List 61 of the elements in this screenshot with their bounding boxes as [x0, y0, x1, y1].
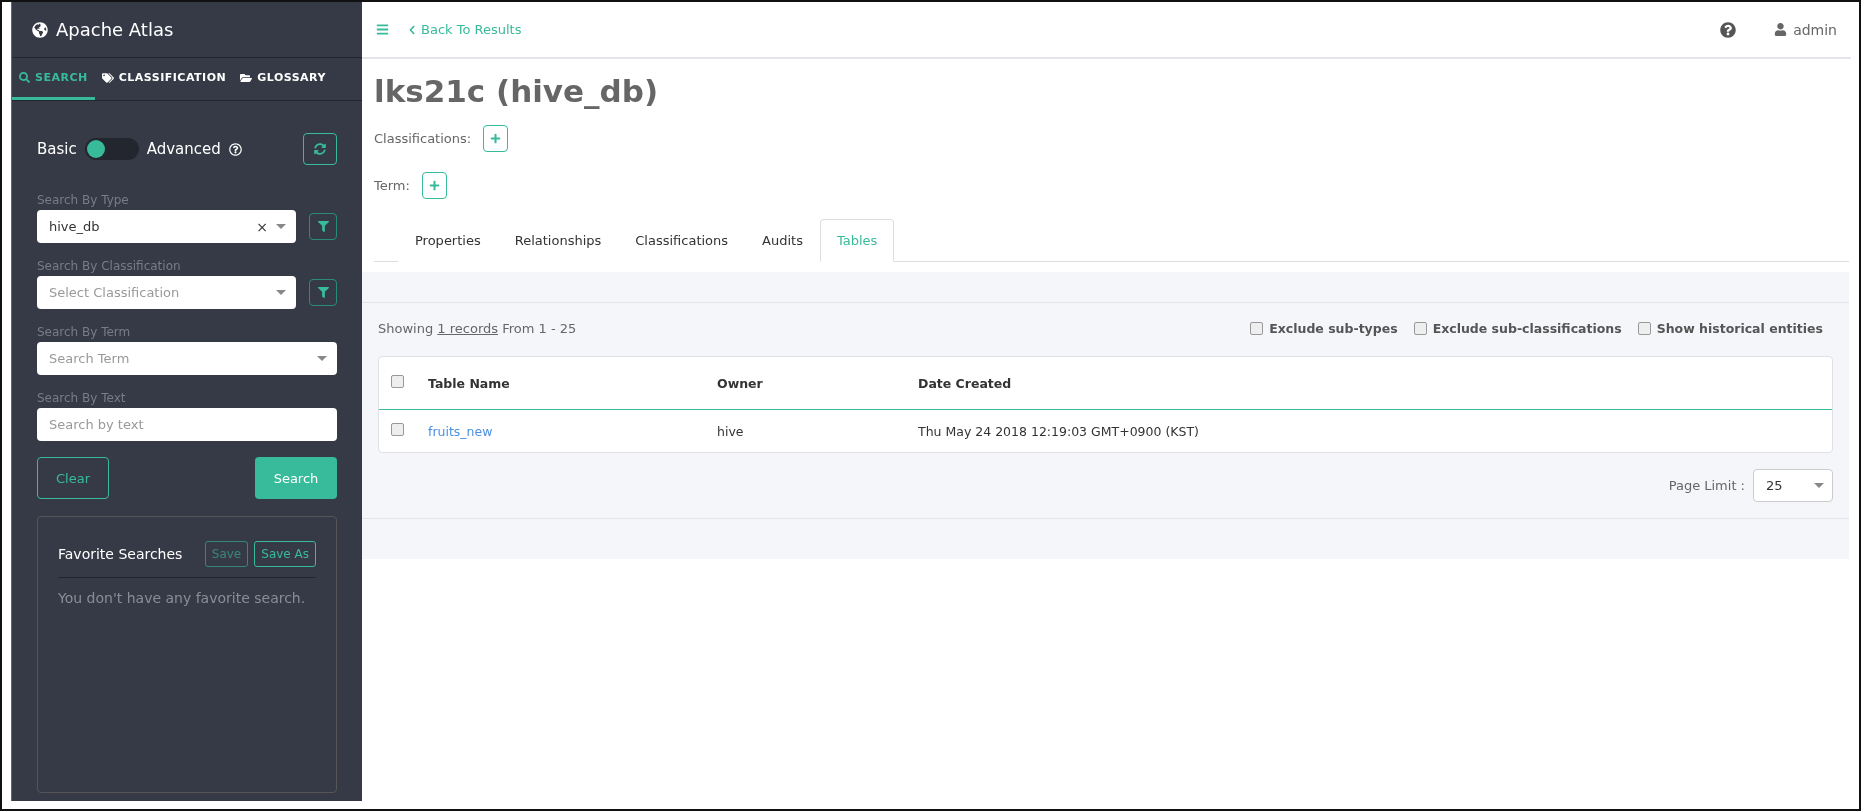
- panel-title: Favorite Searches: [58, 546, 183, 562]
- column-header: Owner: [717, 375, 764, 391]
- filter-button[interactable]: [309, 279, 337, 306]
- field-label: Search By Term: [37, 325, 132, 339]
- caret-icon: [276, 224, 286, 229]
- plus-icon: [428, 180, 440, 191]
- help-icon[interactable]: [1720, 21, 1737, 38]
- field-label: Classifications:: [374, 131, 472, 146]
- refresh-icon: [314, 143, 326, 155]
- clear-button[interactable]: Clear: [37, 457, 109, 499]
- app-title: Apache Atlas: [56, 19, 174, 40]
- select-field[interactable]: hive_db ×: [37, 210, 296, 243]
- plus-icon: [490, 133, 502, 144]
- option-checkbox[interactable]: Exclude sub-classifications: [1413, 321, 1622, 336]
- globe-icon: [32, 21, 48, 38]
- field-label: Search By Text: [37, 391, 127, 405]
- toggle-label: Advanced: [146, 140, 221, 158]
- filter-icon: [317, 221, 329, 232]
- page-limit-select[interactable]: 25: [1753, 469, 1833, 502]
- add-button[interactable]: [483, 125, 509, 152]
- sidebar-tab[interactable]: SEARCH: [12, 58, 95, 100]
- field-label: Page Limit :: [1668, 478, 1745, 493]
- add-button[interactable]: [421, 172, 447, 199]
- toggle-label: Basic: [37, 140, 77, 158]
- user-icon: [1774, 23, 1788, 36]
- column-header: Table Name: [428, 375, 511, 391]
- checkbox[interactable]: [1413, 322, 1427, 335]
- sidebar-tab[interactable]: CLASSIFICATION: [94, 58, 234, 100]
- filter-icon: [317, 287, 329, 298]
- checkbox[interactable]: [1250, 322, 1264, 335]
- help-icon: [228, 142, 242, 156]
- table-cell-text: hive: [717, 423, 745, 439]
- column-header: Date Created: [918, 375, 1013, 391]
- sidebar-tab[interactable]: GLOSSARY: [233, 58, 333, 100]
- search-icon: [19, 72, 30, 83]
- record-count: Showing 1 records From 1 - 25: [378, 321, 577, 336]
- chevron-icon: [407, 24, 417, 35]
- save-as-button[interactable]: Save As: [254, 541, 316, 567]
- checkbox[interactable]: [391, 423, 404, 436]
- filter-button[interactable]: [309, 213, 337, 240]
- tags-icon: [101, 71, 114, 84]
- clear-icon[interactable]: ×: [256, 218, 268, 235]
- caret-icon: [317, 356, 327, 361]
- checkbox[interactable]: [391, 375, 404, 388]
- folder-icon: [240, 71, 253, 84]
- checkbox[interactable]: [1637, 322, 1651, 335]
- entity-title: lks21c (hive_db): [374, 73, 660, 109]
- table-cell-text: Thu May 24 2018 12:19:03 GMT+0900 (KST): [918, 423, 1200, 439]
- field-label: Term:: [374, 178, 410, 193]
- option-checkbox[interactable]: Exclude sub-types: [1250, 321, 1398, 336]
- caret-icon: [276, 290, 286, 295]
- caret-icon: [1814, 483, 1824, 488]
- menu-icon[interactable]: [376, 23, 389, 36]
- option-checkbox[interactable]: Show historical entities: [1637, 321, 1823, 336]
- field-label: Search By Classification: [37, 259, 182, 273]
- field-label: Search By Type: [37, 193, 130, 207]
- user-menu[interactable]: admin: [1774, 21, 1837, 38]
- search-text-field[interactable]: Search by text: [37, 408, 337, 441]
- mode-switch[interactable]: [84, 138, 139, 160]
- empty-message: You don't have any favorite search.: [58, 590, 307, 606]
- refresh-button[interactable]: [303, 133, 337, 165]
